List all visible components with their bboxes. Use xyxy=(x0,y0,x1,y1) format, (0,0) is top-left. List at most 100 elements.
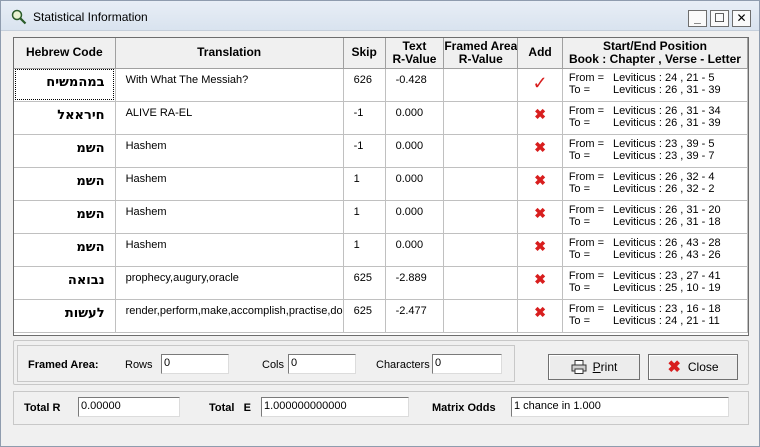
x-mark-icon[interactable]: ✖ xyxy=(534,238,546,254)
hebrew-code-cell[interactable]: השמ xyxy=(14,233,116,267)
x-mark-icon[interactable]: ✖ xyxy=(534,271,546,287)
framed-r-value-cell[interactable] xyxy=(443,101,519,135)
text-r-value-cell[interactable]: -2.889 xyxy=(385,266,445,300)
position-cell[interactable]: From = Leviticus : 23 , 39 - 5 To = Levit… xyxy=(562,134,748,168)
table-row[interactable]: השמ Hashem 1 0.000 ✖ From = Leviticus : 26 , … xyxy=(14,200,748,234)
header-start-end-position[interactable]: Start/End Position Book : Chapter , Verse… xyxy=(562,38,748,69)
hebrew-code-cell[interactable]: השמ xyxy=(14,200,116,234)
x-mark-icon[interactable]: ✖ xyxy=(534,304,546,320)
framed-area-frame: Framed Area: Rows 0 Cols 0 Characters 0 xyxy=(17,345,515,382)
table-row[interactable]: לעשות render,perform,make,accomplish,prac… xyxy=(14,299,748,333)
hebrew-code-cell[interactable]: השמ xyxy=(14,167,116,201)
position-cell[interactable]: From = Leviticus : 24 , 21 - 5 To = Levit… xyxy=(562,68,748,102)
table-row[interactable]: חיראאל ALIVE RA-EL -1 0.000 ✖ From = Leviticu… xyxy=(14,101,748,135)
skip-cell[interactable]: 625 xyxy=(343,266,386,300)
text-r-value-cell[interactable]: 0.000 xyxy=(385,101,445,135)
x-mark-icon[interactable]: ✖ xyxy=(534,172,546,188)
add-cell[interactable]: ✖ xyxy=(517,101,563,135)
add-cell[interactable]: ✓ xyxy=(517,68,563,102)
add-cell[interactable]: ✖ xyxy=(517,233,563,267)
framed-r-value-cell[interactable] xyxy=(443,299,519,333)
position-cell[interactable]: From = Leviticus : 23 , 27 - 41 To = Levi… xyxy=(562,266,748,300)
text-r-value-cell[interactable]: 0.000 xyxy=(385,200,445,234)
total-e-field[interactable]: 1.000000000000 xyxy=(261,397,409,417)
maximize-button[interactable]: ☐ xyxy=(710,10,729,27)
table-row[interactable]: נבואה prophecy,augury,oracle 625 -2.889 ✖ Fro… xyxy=(14,266,748,300)
translation-cell[interactable]: Hashem xyxy=(115,134,344,168)
skip-cell[interactable]: 626 xyxy=(343,68,386,102)
add-cell[interactable]: ✖ xyxy=(517,266,563,300)
translation-cell[interactable]: prophecy,augury,oracle xyxy=(115,266,344,300)
table-row[interactable]: השמ Hashem 1 0.000 ✖ From = Leviticus : 26 , … xyxy=(14,167,748,201)
text-r-value-cell[interactable]: 0.000 xyxy=(385,134,445,168)
skip-cell[interactable]: 1 xyxy=(343,233,386,267)
skip-cell[interactable]: 625 xyxy=(343,299,386,333)
framed-r-value-cell[interactable] xyxy=(443,68,519,102)
print-button[interactable]: Print xyxy=(548,354,640,380)
header-translation[interactable]: Translation xyxy=(115,38,344,69)
rows-field[interactable]: 0 xyxy=(161,354,229,374)
framed-r-value-cell[interactable] xyxy=(443,266,519,300)
x-mark-icon[interactable]: ✖ xyxy=(534,139,546,155)
skip-cell[interactable]: 1 xyxy=(343,200,386,234)
add-cell[interactable]: ✖ xyxy=(517,299,563,333)
x-mark-icon[interactable]: ✖ xyxy=(534,205,546,221)
position-cell[interactable]: From = Leviticus : 26 , 31 - 20 To = Levi… xyxy=(562,200,748,234)
position-cell[interactable]: From = Leviticus : 26 , 43 - 28 To = Levi… xyxy=(562,233,748,267)
position-cell[interactable]: From = Leviticus : 26 , 31 - 34 To = Levi… xyxy=(562,101,748,135)
characters-field[interactable]: 0 xyxy=(432,354,502,374)
header-add[interactable]: Add xyxy=(517,38,563,69)
translation-cell[interactable]: Hashem xyxy=(115,167,344,201)
position-cell[interactable]: From = Leviticus : 23 , 16 - 18 To = Levi… xyxy=(562,299,748,333)
framed-r-value-cell[interactable] xyxy=(443,167,519,201)
close-window-button[interactable]: ✕ xyxy=(732,10,751,27)
translation-cell[interactable]: ALIVE RA-EL xyxy=(115,101,344,135)
translation-cell[interactable]: render,perform,make,accomplish,practise,… xyxy=(115,299,344,333)
hebrew-code-cell[interactable]: במהמשיח xyxy=(14,68,116,102)
statistics-grid[interactable]: Hebrew Code Translation Skip Text R-Value… xyxy=(13,37,749,336)
text-r-value-cell[interactable]: 0.000 xyxy=(385,167,445,201)
window-title: Statistical Information xyxy=(33,10,148,24)
text-r-value-cell[interactable]: -0.428 xyxy=(385,68,445,102)
hebrew-code-cell[interactable]: לעשות xyxy=(14,299,116,333)
translation-cell[interactable]: Hashem xyxy=(115,200,344,234)
add-cell[interactable]: ✖ xyxy=(517,167,563,201)
hebrew-code-cell[interactable]: חיראאל xyxy=(14,101,116,135)
table-row[interactable]: השמ Hashem -1 0.000 ✖ From = Leviticus : 23 ,… xyxy=(14,134,748,168)
matrix-odds-field[interactable]: 1 chance in 1.000 xyxy=(511,397,729,417)
skip-cell[interactable]: -1 xyxy=(343,101,386,135)
x-mark-icon[interactable]: ✖ xyxy=(534,106,546,122)
text-r-value-cell[interactable]: 0.000 xyxy=(385,233,445,267)
translation-cell[interactable]: With What The Messiah? xyxy=(115,68,344,102)
checkmark-icon[interactable]: ✓ xyxy=(533,73,548,93)
to-label: To = xyxy=(568,248,591,261)
add-cell[interactable]: ✖ xyxy=(517,134,563,168)
position-cell[interactable]: From = Leviticus : 26 , 32 - 4 To = Levit… xyxy=(562,167,748,201)
header-skip[interactable]: Skip xyxy=(343,38,386,69)
from-label: From = xyxy=(568,71,605,84)
table-row[interactable]: במהמשיח With What The Messiah? 626 -0.428 ✓ F… xyxy=(14,68,748,102)
to-position: Leviticus : 25 , 10 - 19 xyxy=(612,281,721,294)
from-position: Leviticus : 26 , 31 - 20 xyxy=(612,203,721,216)
translation-cell[interactable]: Hashem xyxy=(115,233,344,267)
hebrew-code-cell[interactable]: נבואה xyxy=(14,266,116,300)
header-framed-area-r-value[interactable]: Framed Area R-Value xyxy=(443,38,519,69)
framed-r-value-cell[interactable] xyxy=(443,134,519,168)
total-r-field[interactable]: 0.00000 xyxy=(78,397,180,417)
header-text-r-value[interactable]: Text R-Value xyxy=(385,38,445,69)
hebrew-code-cell[interactable]: השמ xyxy=(14,134,116,168)
matrix-odds-label: Matrix Odds xyxy=(432,402,496,414)
minimize-button[interactable]: _ xyxy=(688,10,707,27)
from-label: From = xyxy=(568,203,605,216)
table-row[interactable]: השמ Hashem 1 0.000 ✖ From = Leviticus : 26 , … xyxy=(14,233,748,267)
cols-field[interactable]: 0 xyxy=(288,354,356,374)
header-hebrew-code[interactable]: Hebrew Code xyxy=(14,38,116,69)
skip-cell[interactable]: 1 xyxy=(343,167,386,201)
close-button[interactable]: ✖ Close xyxy=(648,354,738,380)
to-position: Leviticus : 26 , 31 - 39 xyxy=(612,116,721,129)
framed-r-value-cell[interactable] xyxy=(443,233,519,267)
text-r-value-cell[interactable]: -2.477 xyxy=(385,299,445,333)
add-cell[interactable]: ✖ xyxy=(517,200,563,234)
framed-r-value-cell[interactable] xyxy=(443,200,519,234)
skip-cell[interactable]: -1 xyxy=(343,134,386,168)
